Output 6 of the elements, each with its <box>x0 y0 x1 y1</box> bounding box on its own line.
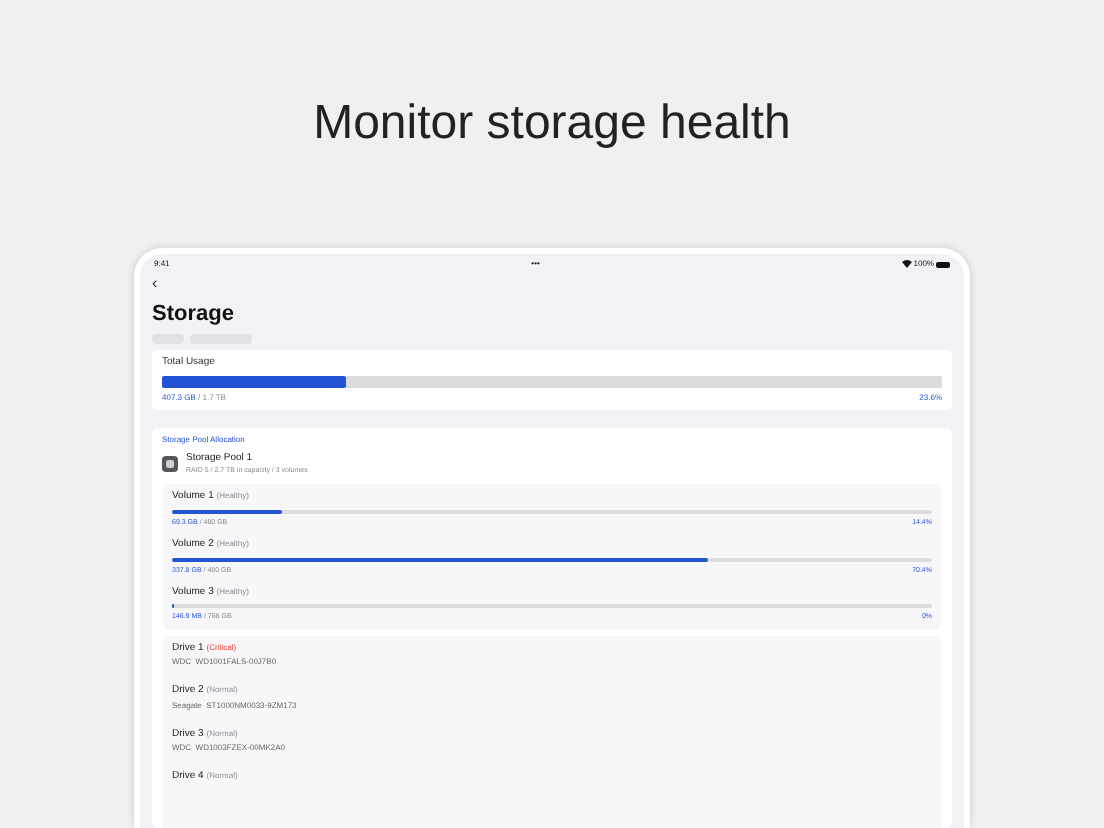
wifi-icon <box>901 260 912 268</box>
page-title: Storage <box>152 300 236 330</box>
storage-icon <box>162 455 178 472</box>
battery-icon <box>935 261 950 267</box>
headline: Monitor storage health <box>313 94 791 154</box>
back-button[interactable]: ‹ <box>152 274 158 294</box>
